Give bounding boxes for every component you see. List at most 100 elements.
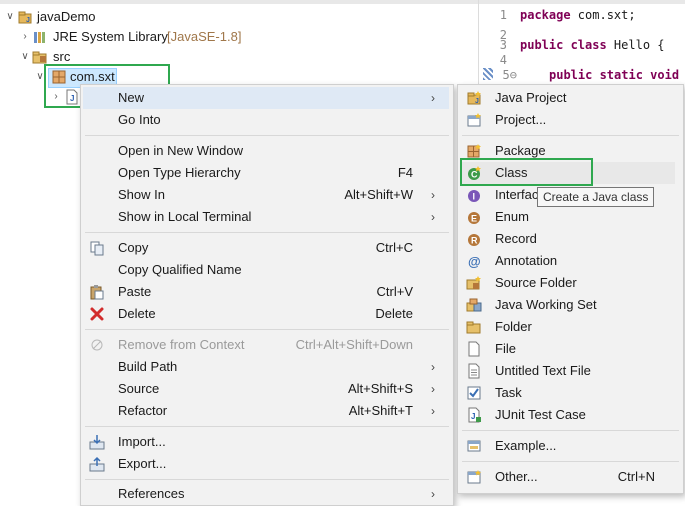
import-icon [89, 435, 105, 450]
junit-icon: J [468, 407, 481, 423]
menu-separator [462, 461, 679, 462]
menu-item-copy[interactable]: Copy Ctrl+C [81, 237, 453, 259]
paste-icon [90, 285, 104, 300]
menu-separator [85, 479, 449, 480]
view-top-edge [0, 0, 478, 4]
java-project-new-icon: J [467, 91, 481, 105]
menu-item-annotation[interactable]: @ Annotation [458, 250, 683, 272]
menu-item-example[interactable]: Example... [458, 435, 683, 457]
menu-item-source-folder[interactable]: Source Folder [458, 272, 683, 294]
menu-item-file[interactable]: File [458, 338, 683, 360]
highlight-box-class [460, 158, 593, 186]
export-icon [89, 456, 105, 472]
remove-context-icon [91, 339, 103, 351]
task-icon [467, 386, 481, 400]
tree-item-jre-library[interactable]: › JRE System Library [JavaSE-1.8] [0, 27, 300, 47]
tree-item-label: javaDemo [37, 9, 96, 24]
keyword: package [520, 8, 571, 22]
menu-separator [85, 135, 449, 136]
menu-item-go-into[interactable]: Go Into [81, 109, 453, 131]
code-text: m [679, 68, 685, 82]
source-folder-icon [32, 51, 47, 64]
line-number: 1 [499, 8, 507, 22]
submenu-arrow-icon: › [431, 188, 435, 202]
file-icon [468, 341, 480, 357]
menu-item-java-project[interactable]: J Java Project [458, 87, 683, 109]
menu-item-build-path[interactable]: Build Path › [81, 356, 453, 378]
copy-icon [90, 241, 104, 256]
menu-item-show-in-local-terminal[interactable]: Show in Local Terminal › [81, 206, 453, 228]
menu-item-record[interactable]: R Record [458, 228, 683, 250]
delete-icon [90, 307, 104, 321]
menu-item-remove-from-context: Remove from Context Ctrl+Alt+Shift+Down [81, 334, 453, 356]
menu-separator [85, 329, 449, 330]
submenu-arrow-icon: › [431, 360, 435, 374]
menu-item-references[interactable]: References › [81, 483, 453, 505]
folder-icon [466, 321, 481, 334]
menu-item-paste[interactable]: Paste Ctrl+V [81, 281, 453, 303]
breakpoint-marker[interactable] [483, 68, 493, 80]
menu-item-show-in[interactable]: Show In Alt+Shift+W › [81, 184, 453, 206]
svg-text:J: J [475, 98, 479, 105]
editor-top-edge [479, 0, 685, 4]
project-icon [467, 113, 481, 127]
record-icon: R [468, 234, 480, 246]
other-icon [467, 470, 481, 484]
menu-item-import[interactable]: Import... [81, 431, 453, 453]
code-text: Hello { [606, 38, 665, 52]
tree-item-suffix: [JavaSE-1.8] [167, 29, 242, 44]
menu-separator [462, 135, 679, 136]
menu-item-enum[interactable]: E Enum [458, 206, 683, 228]
keyword: public class [520, 38, 607, 52]
menu-item-new[interactable]: New › [81, 87, 453, 109]
java-project-icon: J [18, 11, 32, 24]
context-menu: New › Go Into Open in New Window Open Typ… [80, 84, 454, 506]
svg-text:J: J [26, 17, 30, 24]
source-folder-icon [466, 276, 481, 290]
submenu-arrow-icon: › [431, 91, 435, 105]
enum-icon: E [468, 212, 480, 224]
menu-item-java-working-set[interactable]: Java Working Set [458, 294, 683, 316]
menu-item-untitled-text-file[interactable]: Untitled Text File [458, 360, 683, 382]
example-icon [467, 440, 481, 452]
svg-text:J: J [471, 412, 475, 421]
annotation-icon: @ [468, 254, 481, 269]
menu-separator [462, 430, 679, 431]
menu-item-task[interactable]: Task [458, 382, 683, 404]
menu-item-source[interactable]: Source Alt+Shift+S › [81, 378, 453, 400]
code-text: com.sxt; [570, 8, 636, 22]
tooltip: Create a Java class [537, 187, 655, 207]
menu-item-folder[interactable]: Folder [458, 316, 683, 338]
menu-item-open-type-hierarchy[interactable]: Open Type Hierarchy F4 [81, 162, 453, 184]
menu-item-delete[interactable]: Delete Delete [81, 303, 453, 325]
working-set-icon [466, 298, 482, 312]
menu-item-project[interactable]: Project... [458, 109, 683, 131]
tree-item-label: JRE System Library [53, 29, 168, 44]
submenu-arrow-icon: › [431, 382, 435, 396]
menu-item-junit-test-case[interactable]: J JUnit Test Case [458, 404, 683, 426]
menu-item-refactor[interactable]: Refactor Alt+Shift+T › [81, 400, 453, 422]
svg-text:@: @ [468, 254, 481, 269]
tree-item-project[interactable]: ∨ J javaDemo [0, 7, 200, 27]
keyword: public static void [549, 68, 680, 82]
menu-separator [85, 232, 449, 233]
library-icon [34, 32, 45, 43]
package-icon [467, 144, 481, 158]
submenu-arrow-icon: › [431, 210, 435, 224]
menu-item-copy-qualified-name[interactable]: Copy Qualified Name [81, 259, 453, 281]
svg-text:I: I [473, 192, 476, 202]
text-file-icon [468, 363, 480, 379]
expanded-chevron-icon[interactable]: ∨ [20, 47, 30, 67]
svg-text:E: E [471, 214, 477, 224]
expanded-chevron-icon[interactable]: ∨ [5, 7, 15, 27]
menu-item-other[interactable]: Other... Ctrl+N [458, 466, 683, 488]
collapsed-chevron-icon[interactable]: › [20, 27, 30, 47]
line-number: 5⊖ [502, 68, 517, 82]
menu-separator [85, 426, 449, 427]
new-submenu: J Java Project Project... Package C Clas… [457, 84, 684, 494]
submenu-arrow-icon: › [431, 487, 435, 501]
menu-item-open-in-new-window[interactable]: Open in New Window [81, 140, 453, 162]
menu-item-export[interactable]: Export... [81, 453, 453, 475]
interface-icon: I [468, 190, 480, 202]
svg-text:R: R [471, 236, 478, 246]
